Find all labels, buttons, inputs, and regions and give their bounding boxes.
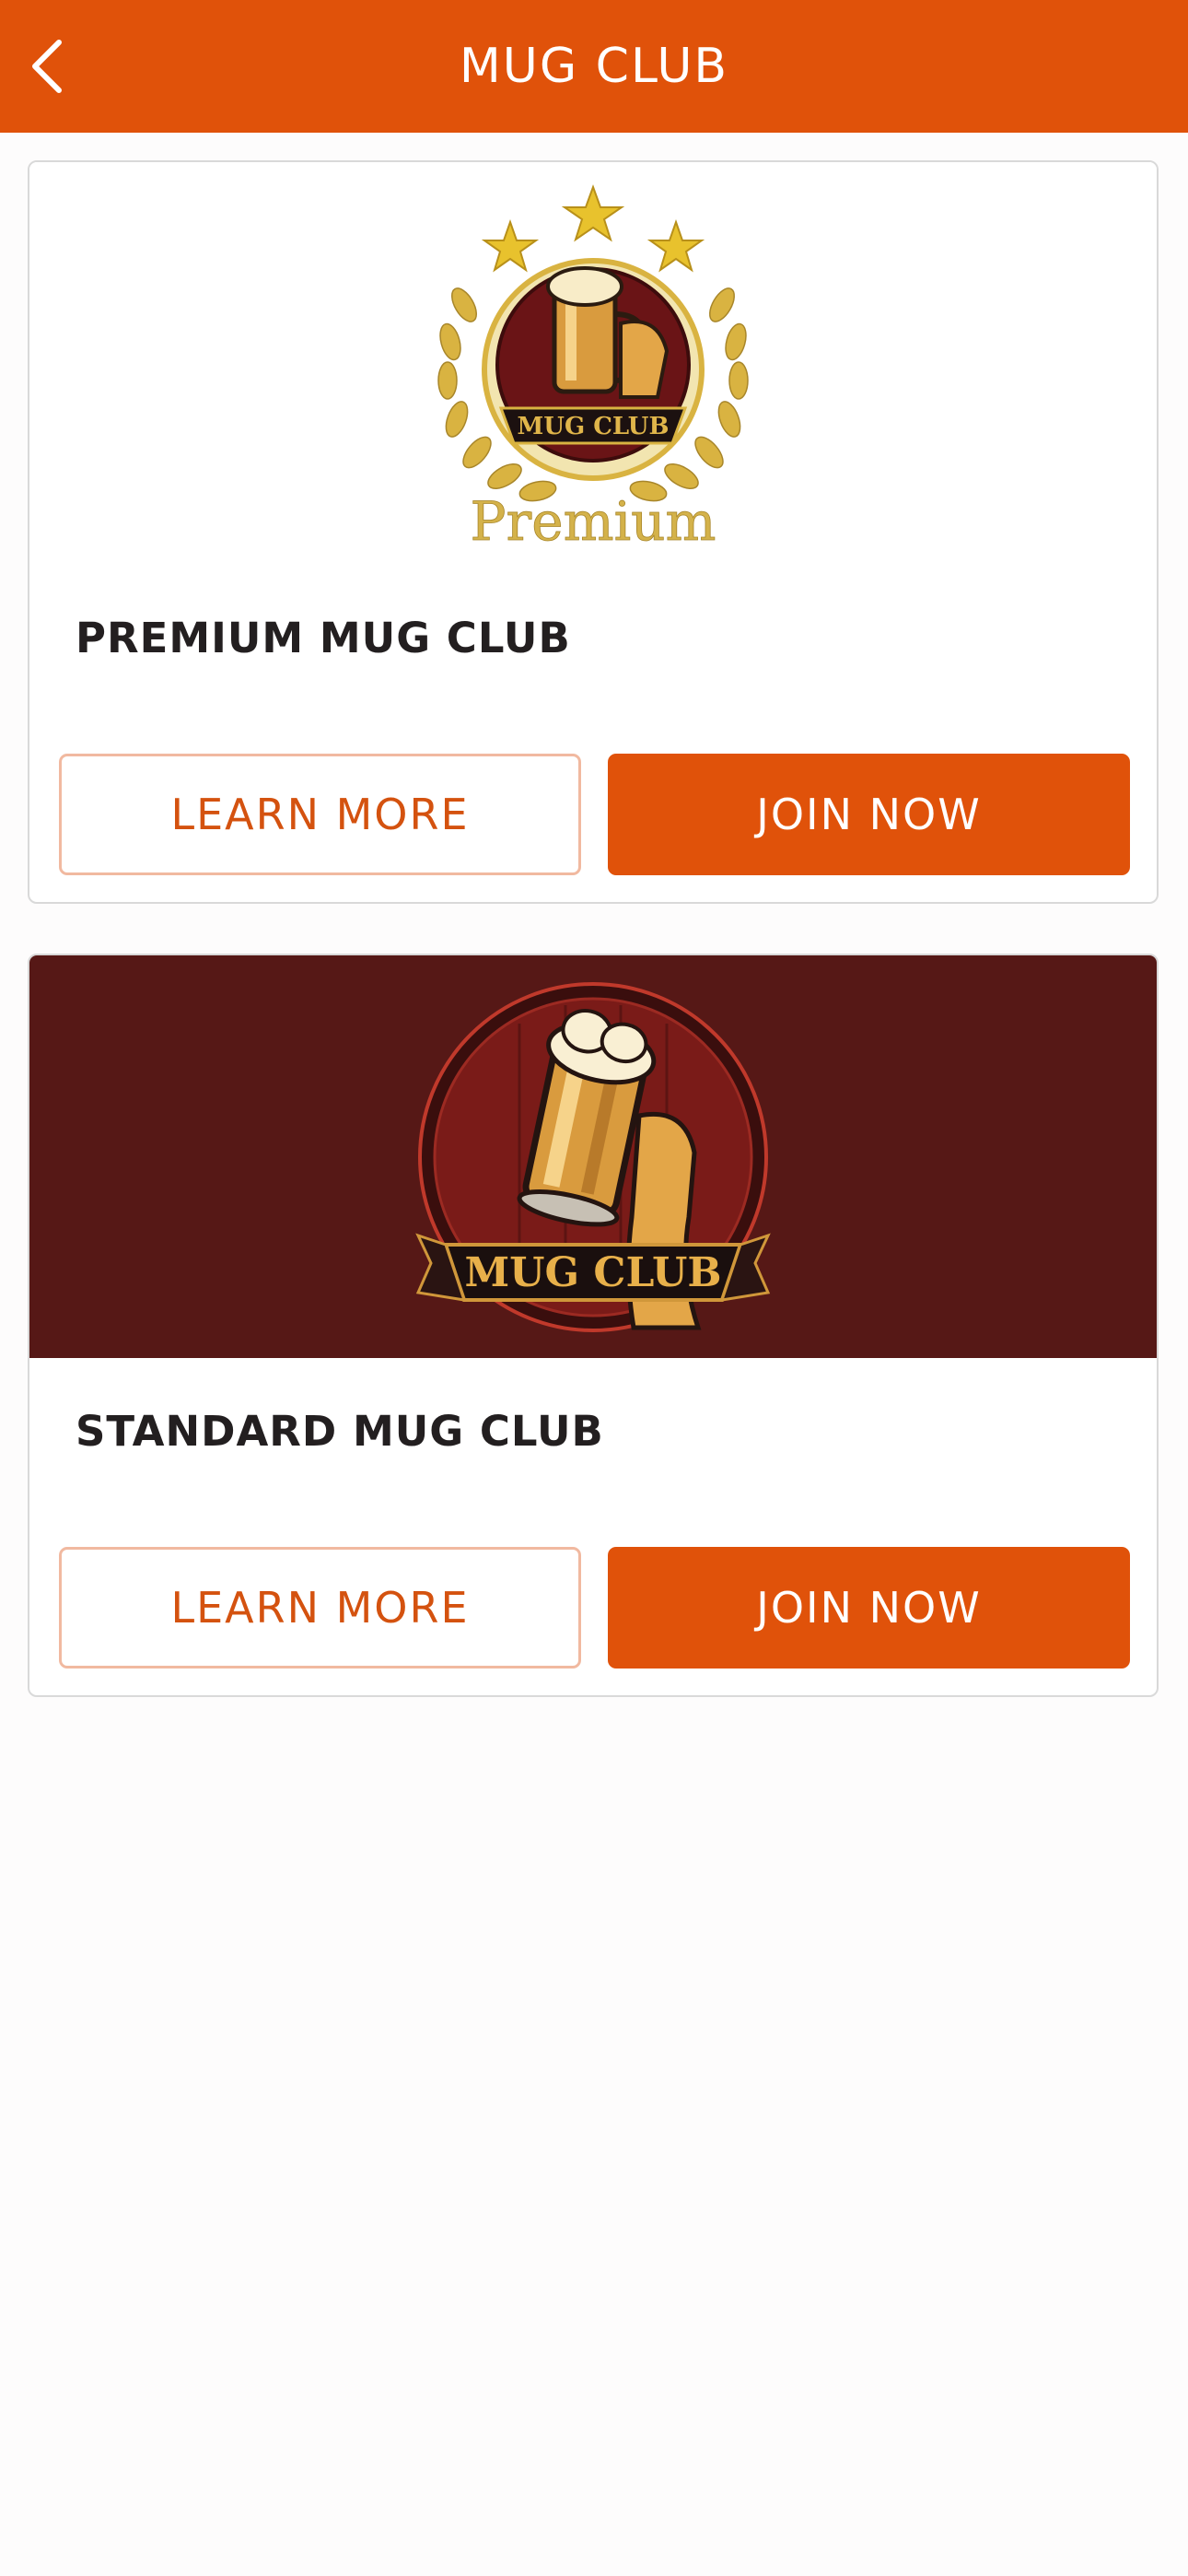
standard-club-card: MUG CLUB STANDARD MUG CLUB LEARN MORE JO… [28, 954, 1159, 1697]
join-now-button[interactable]: JOIN NOW [608, 1547, 1130, 1669]
learn-more-button[interactable]: LEARN MORE [59, 1547, 581, 1669]
learn-more-button[interactable]: LEARN MORE [59, 754, 581, 875]
star-icon [481, 218, 540, 273]
card-title: PREMIUM MUG CLUB [76, 614, 571, 662]
premium-club-card: MUG CLUB Premium PREMIUM MUG CLUB LEARN … [28, 160, 1159, 904]
star-icon [561, 184, 625, 242]
premium-logo-image: MUG CLUB Premium [29, 162, 1157, 558]
card-title: STANDARD MUG CLUB [76, 1407, 604, 1456]
page-title: MUG CLUB [459, 39, 729, 94]
back-button[interactable] [13, 22, 79, 111]
standard-mug-club-logo: MUG CLUB [415, 981, 771, 1332]
premium-mug-club-logo: MUG CLUB Premium [437, 184, 749, 553]
svg-text:Premium: Premium [471, 490, 716, 553]
chevron-left-icon [32, 40, 62, 93]
svg-text:MUG CLUB: MUG CLUB [464, 1249, 721, 1296]
standard-logo-banner: MUG CLUB [29, 955, 1157, 1358]
svg-text:MUG CLUB: MUG CLUB [518, 413, 670, 440]
app-header: MUG CLUB [0, 0, 1188, 133]
star-icon [646, 218, 705, 273]
join-now-button[interactable]: JOIN NOW [608, 754, 1130, 875]
